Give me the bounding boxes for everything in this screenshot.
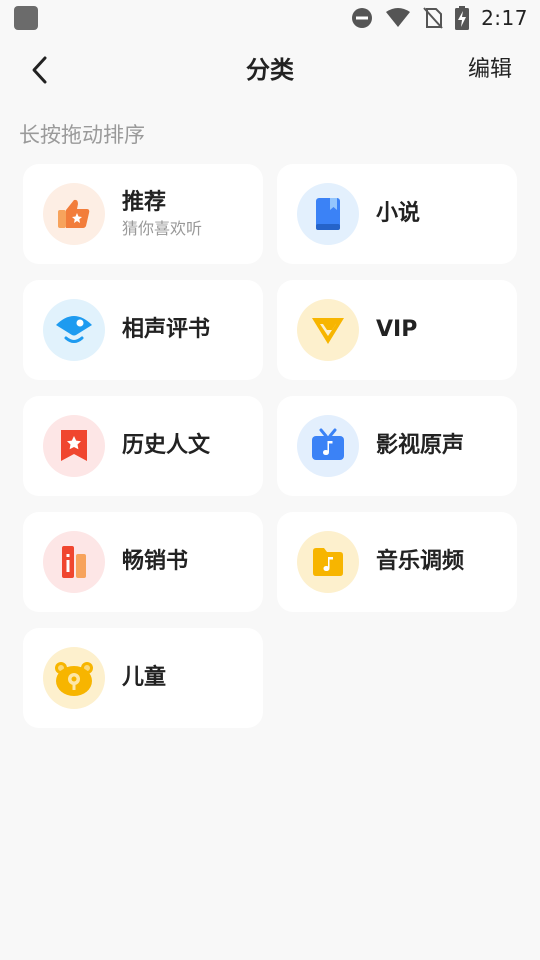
category-name: 历史人文 xyxy=(122,433,211,458)
category-card-vip[interactable]: VIP xyxy=(277,280,517,380)
category-icon-wrap xyxy=(297,299,359,361)
edit-button[interactable]: 编辑 xyxy=(468,52,512,88)
wifi-icon xyxy=(386,8,411,27)
category-icon-wrap xyxy=(43,647,105,709)
category-name: 儿童 xyxy=(122,665,167,690)
battery-charging-icon xyxy=(455,6,470,30)
category-icon-wrap xyxy=(297,183,359,245)
category-card-crosstalk[interactable]: 相声评书 xyxy=(23,280,263,380)
status-bar: 2:17 xyxy=(0,0,540,36)
category-icon-wrap xyxy=(43,531,105,593)
status-time: 2:17 xyxy=(481,6,528,30)
category-name: 推荐 xyxy=(122,190,167,215)
page-title: 分类 xyxy=(246,56,294,84)
category-name: 相声评书 xyxy=(122,317,211,342)
no-sim-icon xyxy=(423,7,443,29)
vip-diamond-icon xyxy=(312,318,344,344)
thumbs-up-star-icon xyxy=(58,199,90,228)
app-notification-icon xyxy=(14,6,38,30)
category-name: 音乐调频 xyxy=(376,549,465,574)
books-icon xyxy=(62,546,86,578)
bear-icon xyxy=(55,662,93,696)
category-card-children[interactable]: 儿童 xyxy=(23,628,263,728)
category-name: 影视原声 xyxy=(376,433,465,458)
status-icons: 2:17 xyxy=(351,6,528,30)
nav-bar: 分类 编辑 xyxy=(0,44,540,96)
category-icon-wrap xyxy=(43,299,105,361)
category-name: VIP xyxy=(376,317,418,342)
do-not-disturb-icon xyxy=(352,8,373,28)
category-card-recommend[interactable]: 推荐 猜你喜欢听 xyxy=(23,164,263,264)
category-card-bestseller[interactable]: 畅销书 xyxy=(23,512,263,612)
category-subtitle: 猜你喜欢听 xyxy=(122,219,203,238)
history-badge-icon xyxy=(61,430,87,461)
category-card-soundtrack[interactable]: 影视原声 xyxy=(277,396,517,496)
category-card-novel[interactable]: 小说 xyxy=(277,164,517,264)
category-icon-wrap xyxy=(43,415,105,477)
category-name: 小说 xyxy=(376,201,421,226)
category-name: 畅销书 xyxy=(122,549,189,574)
sort-hint: 长按拖动排序 xyxy=(19,123,145,147)
book-icon xyxy=(316,198,340,230)
category-icon-wrap xyxy=(297,415,359,477)
music-folder-icon xyxy=(313,548,343,576)
tv-music-icon xyxy=(312,428,344,460)
category-card-history[interactable]: 历史人文 xyxy=(23,396,263,496)
category-card-music-fm[interactable]: 音乐调频 xyxy=(277,512,517,612)
category-icon-wrap xyxy=(43,183,105,245)
category-icon-wrap xyxy=(297,531,359,593)
fan-icon xyxy=(56,316,92,343)
